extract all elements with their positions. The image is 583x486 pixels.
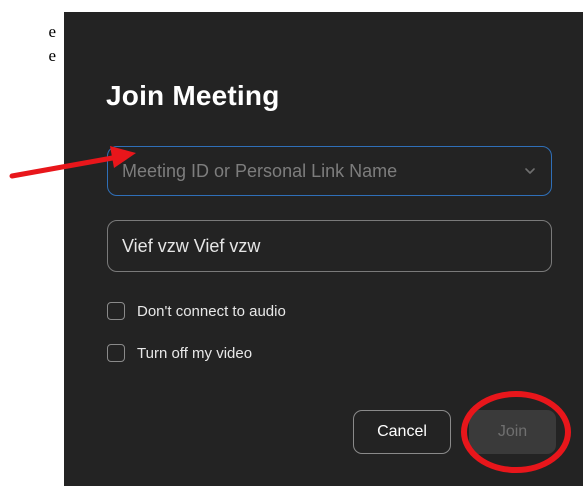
video-off-label: Turn off my video xyxy=(137,344,253,362)
no-audio-checkbox[interactable] xyxy=(107,302,125,320)
display-name-field[interactable] xyxy=(107,220,552,272)
fragment-line-1: e xyxy=(48,22,56,41)
no-audio-label: Don't connect to audio xyxy=(137,302,286,320)
meeting-id-combobox[interactable] xyxy=(107,146,552,196)
dialog-title: Join Meeting xyxy=(106,80,280,111)
join-meeting-dialog: Join Meeting Don't connect to audio Turn… xyxy=(64,12,583,486)
video-off-checkbox[interactable] xyxy=(107,344,125,362)
meeting-id-input[interactable] xyxy=(122,147,502,195)
join-button[interactable]: Join xyxy=(469,410,556,454)
display-name-input[interactable] xyxy=(122,221,502,271)
background-document-fragment: e e xyxy=(0,0,56,68)
option-no-audio[interactable]: Don't connect to audio xyxy=(107,302,286,320)
option-video-off[interactable]: Turn off my video xyxy=(107,344,252,362)
chevron-down-icon[interactable] xyxy=(523,164,537,178)
cancel-button[interactable]: Cancel xyxy=(353,410,451,454)
fragment-line-2: e xyxy=(48,46,56,65)
